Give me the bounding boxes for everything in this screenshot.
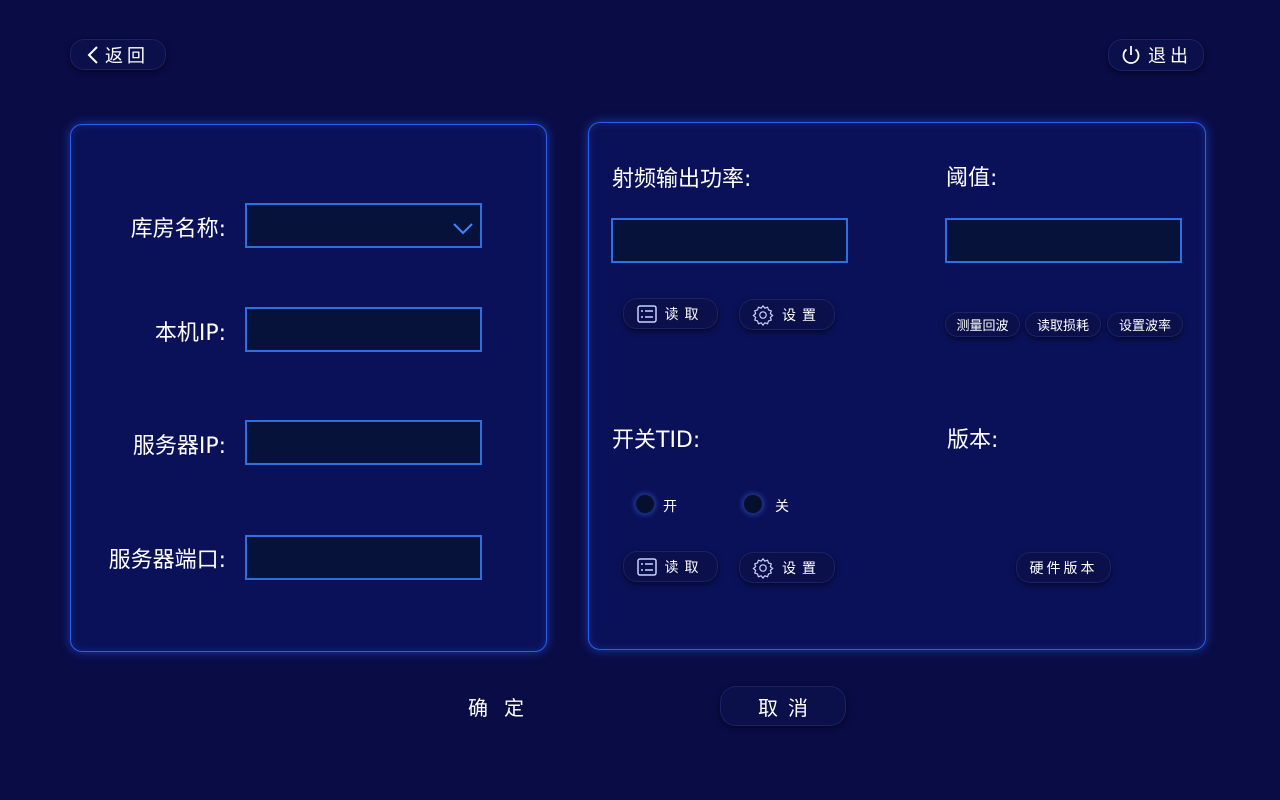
rf-set-label: 设置 [782,307,822,324]
list-icon [636,557,657,576]
rf-read-label: 读取 [664,306,705,323]
chevron-left-icon [87,45,99,65]
local-ip-input[interactable] [247,309,480,350]
rf-power-input[interactable] [613,220,846,261]
list-icon [636,304,657,323]
threshold-field[interactable] [945,218,1182,263]
tid-off-radio[interactable] [743,494,763,514]
measure-echo-button[interactable]: 测量回波 [945,312,1020,337]
gear-icon [752,557,774,579]
set-baud-button[interactable]: 设置波率 [1107,312,1183,337]
tid-switch-label: 开关TID: [612,428,701,453]
tid-set-button[interactable]: 设置 [739,552,835,583]
back-button[interactable]: 返回 [70,39,166,70]
read-loss-button[interactable]: 读取损耗 [1025,312,1101,337]
cancel-label: 取消 [758,695,818,720]
tid-on-label: 开 [663,499,677,515]
server-port-field[interactable] [245,535,482,580]
rf-set-button[interactable]: 设置 [739,299,835,330]
server-port-input[interactable] [247,537,480,578]
hardware-version-label: 硬件版本 [1029,560,1098,577]
version-label: 版本: [947,428,999,453]
measure-echo-label: 测量回波 [956,319,1009,334]
cancel-button[interactable]: 取消 [720,686,846,726]
exit-button[interactable]: 退出 [1108,39,1204,71]
rf-read-button[interactable]: 读取 [623,298,718,329]
tid-read-label: 读取 [664,559,705,576]
server-ip-input[interactable] [247,422,480,463]
hardware-version-button[interactable]: 硬件版本 [1016,552,1111,583]
rf-power-field[interactable] [611,218,848,263]
chevron-down-icon [452,221,474,240]
exit-label: 退出 [1148,46,1192,67]
server-ip-field[interactable] [245,420,482,465]
tid-read-button[interactable]: 读取 [623,551,718,582]
back-label: 返回 [105,45,149,67]
gear-icon [752,304,774,326]
tid-set-label: 设置 [782,560,822,577]
local-ip-field[interactable] [245,307,482,352]
read-loss-label: 读取损耗 [1036,319,1089,334]
warehouse-select[interactable] [245,203,482,248]
rf-power-label: 射频输出功率: [612,167,752,192]
server-port-label: 服务器端口: [108,548,226,573]
confirm-button[interactable]: 确定 [468,692,540,721]
tid-on-radio[interactable] [635,494,655,514]
set-baud-label: 设置波率 [1118,319,1171,334]
warehouse-name-label: 库房名称: [130,217,226,242]
local-ip-label: 本机IP: [154,321,226,346]
threshold-input[interactable] [947,220,1180,261]
tid-off-label: 关 [775,499,789,515]
threshold-label: 阈值: [946,166,998,191]
server-ip-label: 服务器IP: [132,434,226,459]
power-icon [1120,44,1142,66]
